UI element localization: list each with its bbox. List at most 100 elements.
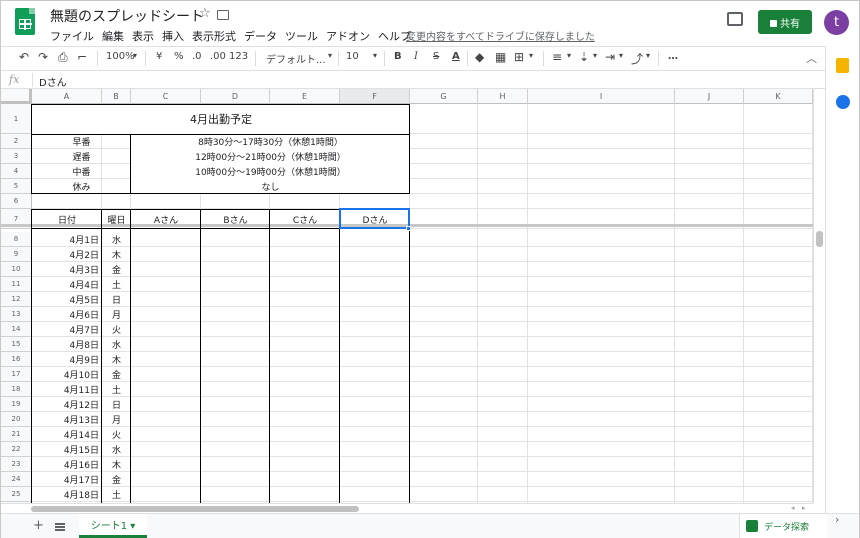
zoom-dropdown-icon[interactable]: ▾ [133,51,137,60]
valign-dropdown-icon[interactable]: ▾ [593,51,597,60]
row-header-23[interactable]: 23 [1,457,32,472]
row-header-13[interactable]: 13 [1,307,32,322]
date-cell[interactable]: 4月16日 [32,457,102,472]
row-header-25[interactable]: 25 [1,487,32,502]
date-cell[interactable]: 4月1日 [32,232,102,247]
text-rotation-icon[interactable]: ⤴ [631,50,643,67]
font-dropdown-icon[interactable]: ▾ [328,51,332,60]
menu-item-6[interactable]: ツール [285,28,318,44]
vertical-align-icon[interactable]: ⇣ [579,50,589,64]
weekday-cell[interactable]: 土 [102,487,131,502]
horizontal-scroll-thumb[interactable] [31,506,359,512]
vertical-scroll-thumb[interactable] [816,231,823,247]
column-header-B[interactable]: B [102,89,131,104]
date-cell[interactable]: 4月15日 [32,442,102,457]
date-cell[interactable]: 4月2日 [32,247,102,262]
text-color-button[interactable]: A [452,51,460,62]
fill-handle[interactable] [406,226,411,231]
italic-button[interactable]: I [414,51,418,62]
weekday-cell[interactable]: 金 [102,262,131,277]
paint-format-icon[interactable]: ⌐ [77,50,87,64]
weekday-cell[interactable]: 土 [102,277,131,292]
menu-item-5[interactable]: データ [244,28,277,44]
column-header-I[interactable]: I [528,89,675,104]
scroll-left-icon[interactable]: ◂ [791,504,795,512]
explore-button[interactable]: データ探索 [739,514,827,538]
weekday-cell[interactable]: 日 [102,292,131,307]
date-cell[interactable]: 4月11日 [32,382,102,397]
row-header-5[interactable]: 5 [1,179,32,194]
sheets-logo-icon[interactable] [15,8,35,35]
vertical-scrollbar[interactable] [813,89,825,503]
weekday-cell[interactable]: 水 [102,232,131,247]
column-header-K[interactable]: K [744,89,813,104]
menu-item-7[interactable]: アドオン [326,28,370,44]
font-size-dropdown-icon[interactable]: ▾ [373,51,377,60]
more-formats-button[interactable]: 123 [229,51,248,62]
rotation-dropdown-icon[interactable]: ▾ [646,51,650,60]
date-cell[interactable]: 4月10日 [32,367,102,382]
column-header-J[interactable]: J [675,89,744,104]
row-header-15[interactable]: 15 [1,337,32,352]
bold-button[interactable]: B [394,51,402,62]
keep-icon[interactable] [836,58,849,73]
row-header-1[interactable]: 1 [1,104,32,134]
print-icon[interactable]: ⎙ [58,50,68,65]
row-header-8[interactable]: 8 [1,232,32,247]
strikethrough-button[interactable]: S [433,51,439,62]
date-cell[interactable]: 4月12日 [32,397,102,412]
shift-time-cell[interactable]: 8時30分～17時30分（休憩1時間） [131,134,410,149]
row-header-22[interactable]: 22 [1,442,32,457]
row-header-10[interactable]: 10 [1,262,32,277]
merge-cells-icon[interactable]: ⊞ [514,50,524,64]
date-cell[interactable]: 4月4日 [32,277,102,292]
share-button[interactable]: 共有 [758,10,812,34]
menu-item-4[interactable]: 表示形式 [192,28,236,44]
date-cell[interactable]: 4月17日 [32,472,102,487]
comments-icon[interactable] [727,12,743,26]
move-folder-icon[interactable] [217,10,229,20]
row-header-11[interactable]: 11 [1,277,32,292]
header-cell[interactable]: Bさん [201,209,270,229]
font-size-select[interactable]: 10 [346,51,359,62]
date-cell[interactable]: 4月8日 [32,337,102,352]
date-cell[interactable]: 4月3日 [32,262,102,277]
header-cell[interactable]: 日付 [32,209,102,229]
more-toolbar-button[interactable]: … [668,51,678,62]
select-all-corner[interactable] [1,89,32,104]
horizontal-scrollbar[interactable]: ◂ ▸ [1,503,813,513]
zoom-select[interactable]: 100% [106,51,135,62]
row-header-24[interactable]: 24 [1,472,32,487]
weekday-cell[interactable]: 木 [102,457,131,472]
all-sheets-icon[interactable] [55,523,65,531]
menu-item-0[interactable]: ファイル [50,28,94,44]
weekday-cell[interactable]: 月 [102,307,131,322]
weekday-cell[interactable]: 金 [102,367,131,382]
weekday-cell[interactable]: 土 [102,382,131,397]
weekday-cell[interactable]: 水 [102,442,131,457]
sheet-tab[interactable]: シート1 ▾ [79,514,147,538]
shift-name-cell[interactable]: 休み [32,179,131,194]
shift-time-cell[interactable]: 10時00分～19時00分（休憩1時間） [131,164,410,179]
column-header-F[interactable]: F [340,89,410,104]
date-cell[interactable]: 4月13日 [32,412,102,427]
row-header-19[interactable]: 19 [1,397,32,412]
borders-icon[interactable]: ▦ [495,50,506,64]
date-cell[interactable]: 4月18日 [32,487,102,502]
increase-decimal-button[interactable]: .00 [210,51,226,62]
text-wrap-icon[interactable]: ⇥ [605,50,615,64]
weekday-cell[interactable]: 火 [102,322,131,337]
column-header-E[interactable]: E [270,89,340,104]
row-header-16[interactable]: 16 [1,352,32,367]
menu-item-2[interactable]: 表示 [132,28,154,44]
row-header-12[interactable]: 12 [1,292,32,307]
date-cell[interactable]: 4月9日 [32,352,102,367]
avatar[interactable]: t [824,10,849,35]
column-header-H[interactable]: H [478,89,528,104]
decrease-decimal-button[interactable]: .0 [192,51,202,62]
column-header-C[interactable]: C [131,89,201,104]
weekday-cell[interactable]: 木 [102,247,131,262]
date-cell[interactable]: 4月14日 [32,427,102,442]
weekday-cell[interactable]: 水 [102,337,131,352]
currency-button[interactable]: ¥ [156,51,162,62]
